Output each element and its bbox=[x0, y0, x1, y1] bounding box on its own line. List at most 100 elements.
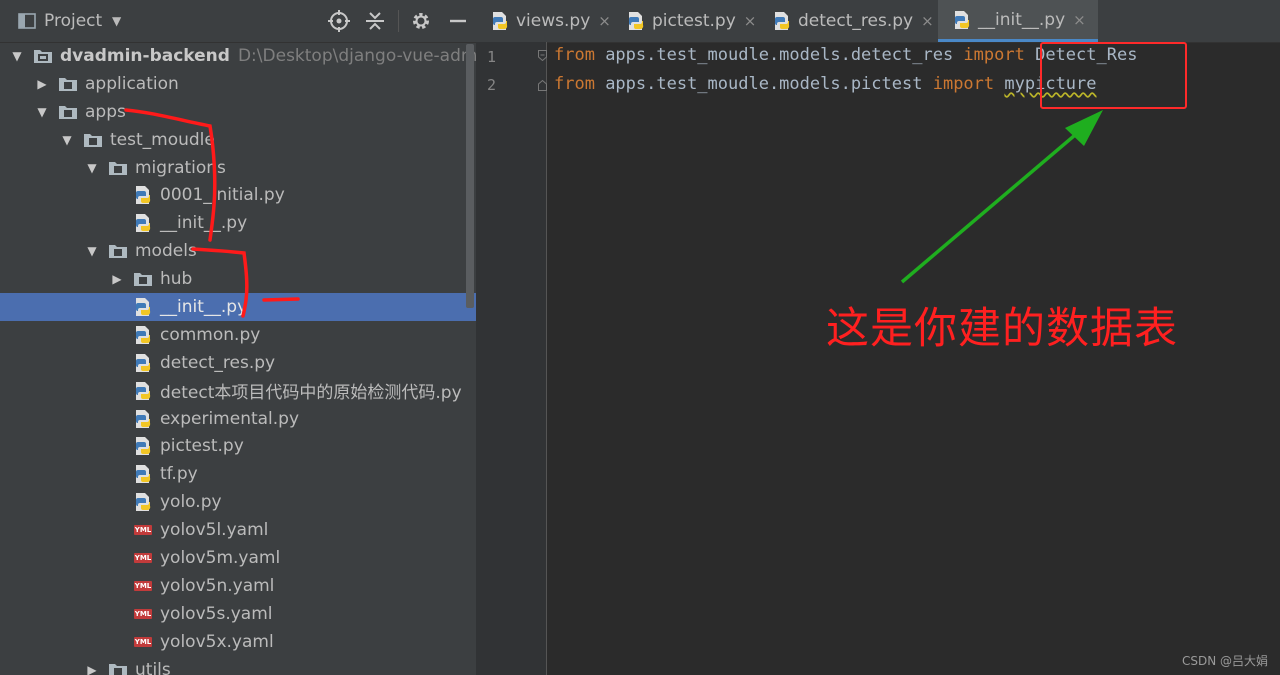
python-file-icon bbox=[132, 181, 154, 209]
tree-item-label: common.py bbox=[160, 324, 261, 345]
tree-item-label: dvadmin-backend D:\Desktop\django-vue-adm… bbox=[60, 42, 476, 70]
folder-icon bbox=[32, 42, 54, 70]
tree-item[interactable]: pictest.py bbox=[0, 432, 476, 460]
tree-item-label: detect本项目代码中的原始检测代码.py bbox=[160, 383, 462, 404]
tree-item[interactable]: ▼ migrations bbox=[0, 154, 476, 182]
project-path: D:\Desktop\django-vue-admin- bbox=[237, 45, 476, 66]
panel-header: Project ▼ bbox=[0, 0, 476, 43]
tree-item-label: yolov5m.yaml bbox=[160, 547, 281, 568]
collapse-arrow-icon[interactable]: ▶ bbox=[85, 656, 99, 675]
tree-item[interactable]: YML yolov5l.yaml bbox=[0, 516, 476, 544]
tree-item[interactable]: ▶ utils bbox=[0, 656, 476, 675]
tree-item-label: yolov5x.yaml bbox=[160, 631, 274, 652]
tree-item-label: __init__.py bbox=[160, 213, 248, 234]
tree-item-label: migrations bbox=[135, 157, 226, 178]
tree-item[interactable]: YML yolov5m.yaml bbox=[0, 544, 476, 572]
tree-item[interactable]: tf.py bbox=[0, 460, 476, 488]
tree-scrollbar[interactable] bbox=[466, 44, 474, 308]
tree-item[interactable]: yolo.py bbox=[0, 488, 476, 516]
yaml-file-icon: YML bbox=[133, 608, 153, 619]
line-number: 1 bbox=[486, 48, 496, 66]
tree-item[interactable]: __init__.py bbox=[0, 293, 476, 321]
tree-item[interactable]: ▼ models bbox=[0, 237, 476, 265]
highlight-box bbox=[1040, 42, 1187, 109]
editor-tab[interactable]: detect_res.py × bbox=[758, 0, 936, 42]
tree-item-label: yolov5l.yaml bbox=[160, 520, 269, 541]
tree-item[interactable]: ▶ application bbox=[0, 70, 476, 98]
tree-item-label: 0001_initial.py bbox=[160, 185, 285, 206]
tree-item[interactable]: ▼ apps bbox=[0, 98, 476, 126]
collapse-arrow-icon[interactable]: ▶ bbox=[110, 265, 124, 293]
tree-item-label: detect_res.py bbox=[160, 352, 276, 373]
expand-arrow-icon[interactable]: ▼ bbox=[60, 126, 74, 154]
tree-item[interactable]: YML yolov5n.yaml bbox=[0, 572, 476, 600]
python-file-icon bbox=[952, 10, 972, 30]
panel-title[interactable]: Project bbox=[44, 0, 102, 42]
python-file-icon bbox=[772, 11, 792, 31]
tree-item-label: __init__.py bbox=[160, 296, 248, 317]
keyword: import bbox=[932, 74, 995, 94]
tree-item-label: yolov5s.yaml bbox=[160, 603, 273, 624]
python-file-icon bbox=[132, 488, 154, 516]
tab-label: detect_res.py bbox=[798, 11, 914, 31]
yaml-file-icon: YML bbox=[133, 552, 153, 563]
tree-item[interactable]: 0001_initial.py bbox=[0, 181, 476, 209]
triangle-down-icon[interactable]: ▼ bbox=[112, 0, 121, 42]
minimize-icon[interactable] bbox=[448, 0, 468, 42]
gear-icon[interactable] bbox=[410, 0, 432, 42]
tree-item[interactable]: detect本项目代码中的原始检测代码.py bbox=[0, 377, 476, 405]
fold-start-icon[interactable] bbox=[538, 50, 547, 61]
module-path: apps.test_moudle.models.detect_res bbox=[594, 45, 964, 65]
tree-item[interactable]: ▼ test_moudle bbox=[0, 126, 476, 154]
project-window-icon bbox=[18, 0, 36, 42]
tree-item-label: tf.py bbox=[160, 464, 198, 485]
keyword: from bbox=[554, 45, 595, 65]
tree-item-label: apps bbox=[85, 101, 126, 122]
editor-tab[interactable]: pictest.py × bbox=[612, 0, 756, 42]
folder-icon bbox=[132, 265, 154, 293]
close-icon[interactable]: × bbox=[598, 12, 611, 30]
folder-icon bbox=[57, 70, 79, 98]
expand-arrow-icon[interactable]: ▼ bbox=[85, 237, 99, 265]
tree-item[interactable]: ▼ dvadmin-backend D:\Desktop\django-vue-ad… bbox=[0, 42, 476, 70]
close-icon[interactable]: × bbox=[744, 12, 757, 30]
yaml-file-icon: YML bbox=[133, 580, 153, 591]
tree-item[interactable]: detect_res.py bbox=[0, 349, 476, 377]
keyword: import bbox=[963, 45, 1025, 65]
folder-icon bbox=[82, 126, 104, 154]
tree-item[interactable]: common.py bbox=[0, 321, 476, 349]
expand-arrow-icon[interactable]: ▼ bbox=[10, 42, 24, 70]
tree-item[interactable]: experimental.py bbox=[0, 405, 476, 433]
tab-label: views.py bbox=[516, 11, 591, 31]
expand-arrow-icon[interactable]: ▼ bbox=[85, 154, 99, 182]
tree-item[interactable]: __init__.py bbox=[0, 209, 476, 237]
python-file-icon bbox=[132, 377, 154, 405]
tree-item[interactable]: YML yolov5s.yaml bbox=[0, 600, 476, 628]
code-line-2[interactable]: from apps.test_moudle.models.pictest imp… bbox=[554, 71, 1097, 97]
watermark: CSDN @吕大娟 bbox=[1181, 654, 1268, 668]
tree-item-label: experimental.py bbox=[160, 408, 300, 429]
folder-icon bbox=[57, 98, 79, 126]
locate-icon[interactable] bbox=[328, 0, 350, 42]
expand-arrow-icon[interactable]: ▼ bbox=[35, 98, 49, 126]
tree-item-label: utils bbox=[135, 659, 171, 675]
collapse-arrow-icon[interactable]: ▶ bbox=[35, 70, 49, 98]
editor-tab[interactable]: __init__.py × bbox=[938, 0, 1098, 42]
folder-icon bbox=[107, 237, 129, 265]
fold-end-icon[interactable] bbox=[538, 80, 547, 91]
close-icon[interactable]: × bbox=[921, 12, 934, 30]
editor-tab[interactable]: views.py × bbox=[476, 0, 611, 42]
tree-item-label: models bbox=[135, 241, 197, 262]
python-file-icon bbox=[132, 349, 154, 377]
python-file-icon bbox=[132, 405, 154, 433]
tree-item[interactable]: ▶ hub bbox=[0, 265, 476, 293]
folder-icon bbox=[107, 154, 129, 182]
close-icon[interactable]: × bbox=[1073, 11, 1086, 29]
tree-item-label: yolo.py bbox=[160, 492, 222, 513]
yaml-file-icon: YML bbox=[133, 525, 153, 536]
python-file-icon bbox=[490, 11, 510, 31]
tree-item-label: hub bbox=[160, 269, 193, 290]
collapse-all-icon[interactable] bbox=[364, 0, 386, 42]
toolbar-divider bbox=[398, 10, 399, 32]
tree-item[interactable]: YML yolov5x.yaml bbox=[0, 628, 476, 656]
